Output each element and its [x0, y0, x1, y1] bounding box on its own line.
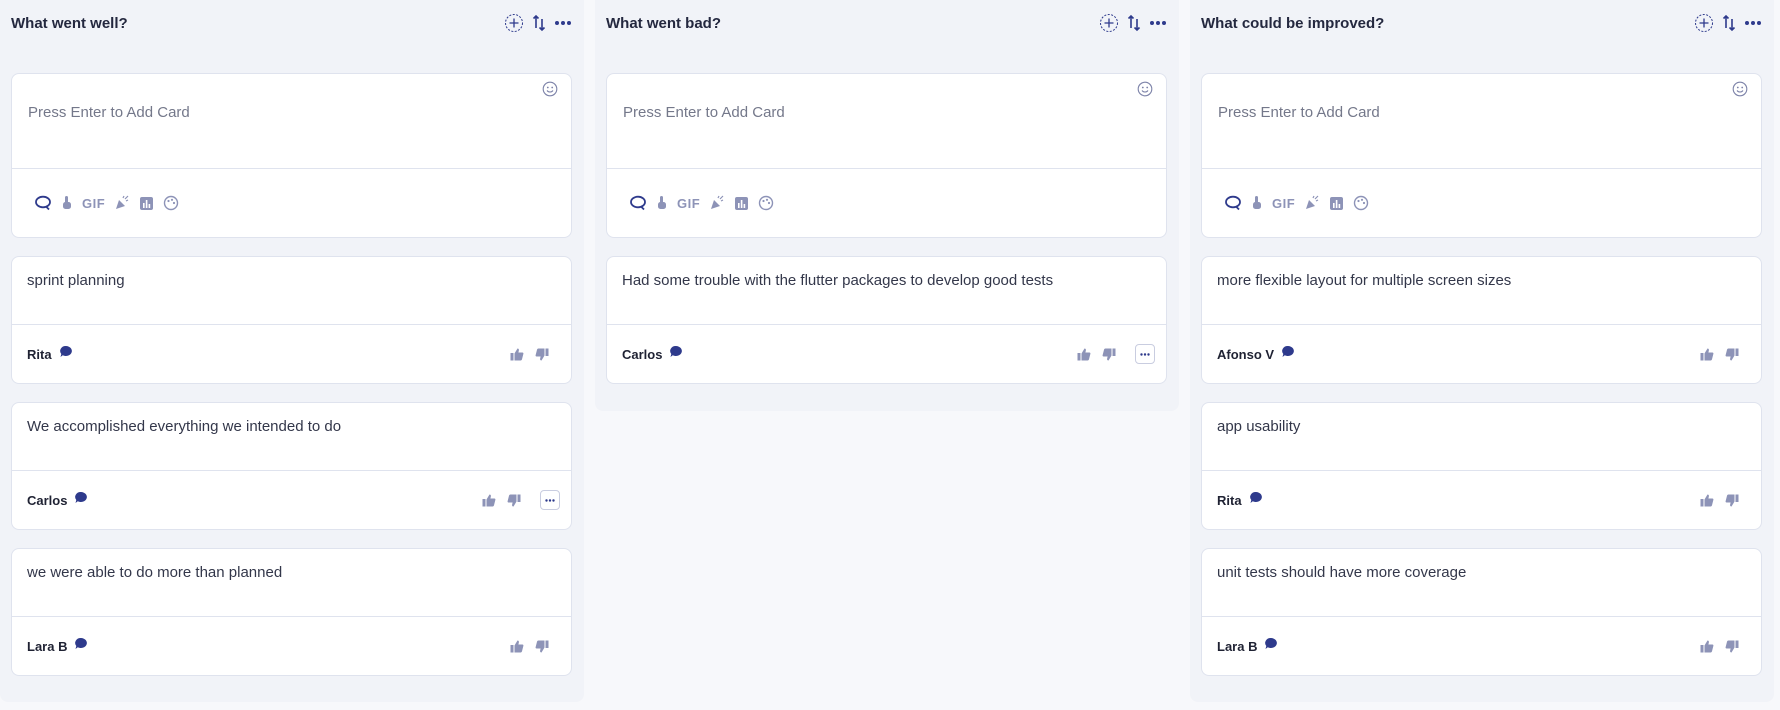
card-more-button[interactable]	[540, 490, 560, 510]
chart-icon[interactable]	[1329, 196, 1344, 211]
comment-bubble-icon[interactable]	[669, 345, 683, 363]
thumbs-up-icon[interactable]	[1700, 348, 1714, 361]
column-title: What went well?	[11, 14, 128, 32]
card-text: we were able to do more than planned	[12, 549, 571, 617]
retro-card[interactable]: unit tests should have more coverage Lar…	[1201, 548, 1762, 676]
thumbs-down-icon[interactable]	[535, 348, 549, 361]
hand-pointer-icon[interactable]	[1251, 195, 1263, 211]
sort-icon[interactable]	[532, 14, 546, 32]
celebrate-icon[interactable]	[1304, 195, 1320, 211]
thumbs-down-icon[interactable]	[1725, 348, 1739, 361]
card-author: Carlos	[622, 346, 663, 362]
card-more-button[interactable]	[1135, 344, 1155, 364]
retro-card[interactable]: Had some trouble with the flutter packag…	[606, 256, 1167, 384]
column-header: What could be improved?	[1190, 0, 1774, 46]
comment-bubble-icon[interactable]	[1264, 637, 1278, 655]
add-card-box: GIF	[11, 73, 572, 238]
thumbs-down-icon[interactable]	[1725, 640, 1739, 653]
card-author: Lara B	[27, 638, 68, 654]
palette-icon[interactable]	[758, 195, 774, 211]
add-card-box: GIF	[1201, 73, 1762, 238]
card-author: Rita	[1217, 492, 1242, 508]
card-text: unit tests should have more coverage	[1202, 549, 1761, 617]
retro-card[interactable]: more flexible layout for multiple screen…	[1201, 256, 1762, 384]
comment-bubble-icon[interactable]	[1249, 491, 1263, 509]
card-text: app usability	[1202, 403, 1761, 471]
add-card-input[interactable]	[623, 104, 1093, 121]
comment-bubble-icon[interactable]	[1281, 345, 1295, 363]
thumbs-up-icon[interactable]	[510, 348, 524, 361]
add-card-box: GIF	[606, 73, 1167, 238]
thumbs-down-icon[interactable]	[535, 640, 549, 653]
thumbs-down-icon[interactable]	[507, 494, 521, 507]
retro-card[interactable]: We accomplished everything we intended t…	[11, 402, 572, 530]
add-column-card-icon[interactable]	[1099, 13, 1119, 33]
celebrate-icon[interactable]	[114, 195, 130, 211]
thumbs-up-icon[interactable]	[1700, 494, 1714, 507]
celebrate-icon[interactable]	[709, 195, 725, 211]
column-went-well: What went well? GIF	[0, 0, 584, 702]
card-toolbar: GIF	[12, 169, 571, 237]
comment-bubble-icon[interactable]	[74, 637, 88, 655]
card-text: more flexible layout for multiple screen…	[1202, 257, 1761, 325]
comment-bubble-icon[interactable]	[59, 345, 73, 363]
retro-card[interactable]: we were able to do more than planned Lar…	[11, 548, 572, 676]
sort-icon[interactable]	[1722, 14, 1736, 32]
card-text: sprint planning	[12, 257, 571, 325]
card-toolbar: GIF	[1202, 169, 1761, 237]
thumbs-down-icon[interactable]	[1725, 494, 1739, 507]
thumbs-up-icon[interactable]	[1077, 348, 1091, 361]
card-toolbar: GIF	[607, 169, 1166, 237]
hand-pointer-icon[interactable]	[656, 195, 668, 211]
column-could-improve: What could be improved? GIF	[1190, 0, 1774, 702]
emoji-icon[interactable]	[1732, 81, 1748, 102]
add-card-input[interactable]	[1218, 104, 1688, 121]
add-column-card-icon[interactable]	[504, 13, 524, 33]
emoji-icon[interactable]	[1137, 81, 1153, 102]
comment-icon[interactable]	[1224, 195, 1242, 211]
card-text: Had some trouble with the flutter packag…	[607, 257, 1166, 325]
gif-button[interactable]: GIF	[82, 196, 105, 211]
sort-icon[interactable]	[1127, 14, 1141, 32]
card-author: Rita	[27, 346, 52, 362]
comment-icon[interactable]	[34, 195, 52, 211]
retro-card[interactable]: app usability Rita	[1201, 402, 1762, 530]
chart-icon[interactable]	[139, 196, 154, 211]
card-author: Carlos	[27, 492, 68, 508]
gif-button[interactable]: GIF	[677, 196, 700, 211]
add-card-input[interactable]	[28, 104, 498, 121]
hand-pointer-icon[interactable]	[61, 195, 73, 211]
column-went-bad: What went bad? GIF	[595, 0, 1179, 411]
thumbs-up-icon[interactable]	[1700, 640, 1714, 653]
card-author: Afonso V	[1217, 346, 1275, 362]
retro-card[interactable]: sprint planning Rita	[11, 256, 572, 384]
chart-icon[interactable]	[734, 196, 749, 211]
gif-button[interactable]: GIF	[1272, 196, 1295, 211]
card-author: Lara B	[1217, 638, 1258, 654]
thumbs-down-icon[interactable]	[1102, 348, 1116, 361]
more-options-icon[interactable]	[1744, 20, 1762, 26]
palette-icon[interactable]	[1353, 195, 1369, 211]
column-title: What went bad?	[606, 14, 721, 32]
thumbs-up-icon[interactable]	[482, 494, 496, 507]
column-header: What went bad?	[595, 0, 1179, 46]
add-column-card-icon[interactable]	[1694, 13, 1714, 33]
emoji-icon[interactable]	[542, 81, 558, 102]
thumbs-up-icon[interactable]	[510, 640, 524, 653]
more-options-icon[interactable]	[554, 20, 572, 26]
column-title: What could be improved?	[1201, 14, 1385, 32]
column-header: What went well?	[0, 0, 584, 46]
palette-icon[interactable]	[163, 195, 179, 211]
comment-icon[interactable]	[629, 195, 647, 211]
card-text: We accomplished everything we intended t…	[12, 403, 571, 471]
more-options-icon[interactable]	[1149, 20, 1167, 26]
comment-bubble-icon[interactable]	[74, 491, 88, 509]
